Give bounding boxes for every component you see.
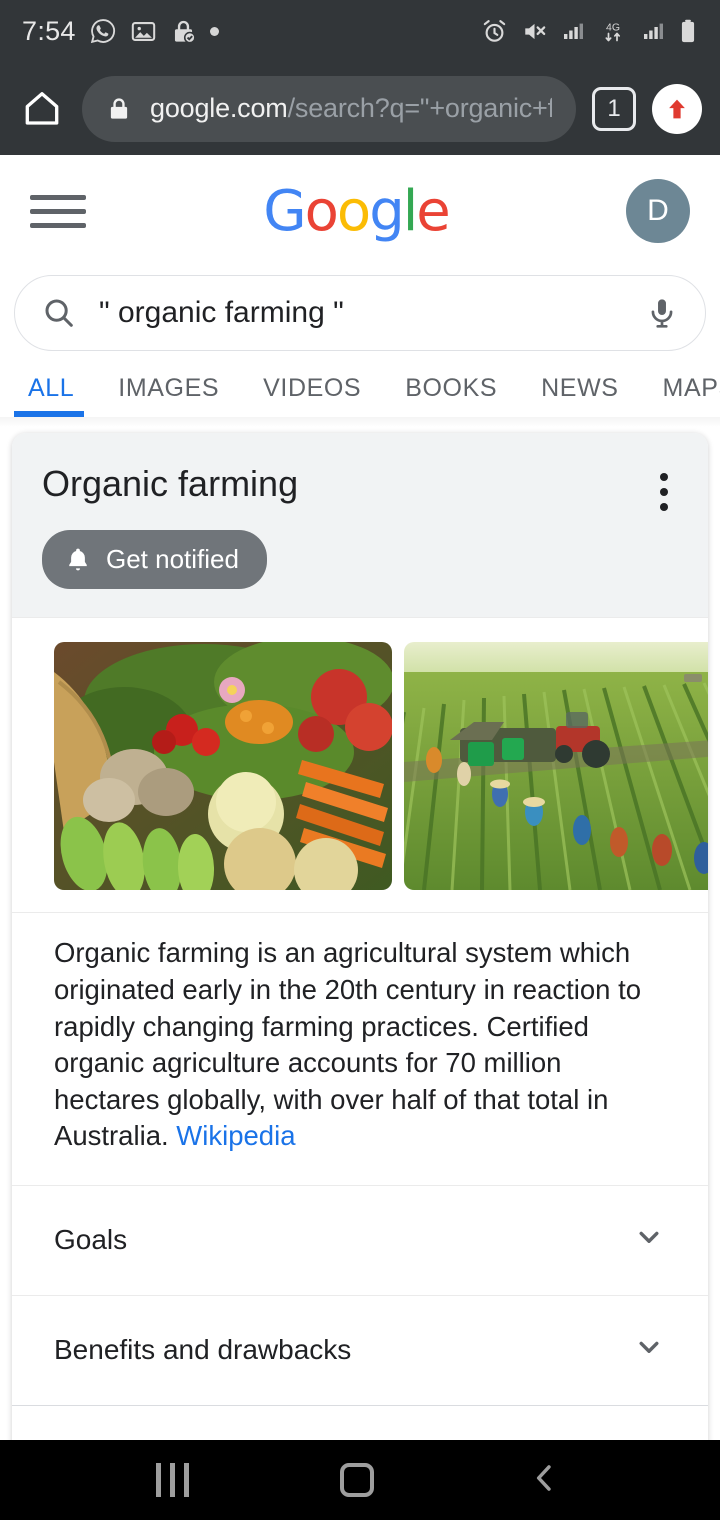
google-header: Google D xyxy=(0,155,720,267)
lock-check-icon xyxy=(174,20,196,43)
tab-maps[interactable]: MAPS xyxy=(641,374,720,417)
image-icon xyxy=(131,21,155,41)
home-icon[interactable] xyxy=(18,85,66,133)
url-path: /search?q="+organic+farm xyxy=(287,93,552,123)
dot-indicator xyxy=(209,26,219,36)
logo-letter-o2: o xyxy=(336,178,371,244)
tab-images-label: IMAGES xyxy=(118,374,220,402)
chevron-down-icon xyxy=(632,1330,666,1371)
status-bar-left: 7:54 xyxy=(22,16,219,47)
battery-icon xyxy=(681,19,695,42)
lock-icon xyxy=(110,97,128,119)
whatsapp-icon xyxy=(90,19,115,44)
logo-letter-l: l xyxy=(402,178,419,244)
tabs-divider xyxy=(0,417,720,427)
wikipedia-link[interactable]: Wikipedia xyxy=(176,1120,295,1151)
logo-letter-g1: G xyxy=(263,178,306,244)
4g-data-icon: 4G xyxy=(605,21,621,41)
avatar-initial: D xyxy=(647,194,669,227)
chevron-down-icon xyxy=(632,1220,666,1261)
tab-videos-label: VIDEOS xyxy=(263,374,362,402)
svg-text:4G: 4G xyxy=(606,21,620,33)
tab-count-label: 1 xyxy=(607,94,621,122)
kp-image-farm-field[interactable] xyxy=(404,642,708,891)
status-bar: 7:54 4G xyxy=(0,0,720,62)
tab-images[interactable]: IMAGES xyxy=(96,374,241,417)
tab-maps-label: MAPS xyxy=(662,374,720,402)
search-box[interactable]: " organic farming " xyxy=(14,275,706,351)
section-benefits-label: Benefits and drawbacks xyxy=(54,1334,352,1366)
search-input[interactable]: " organic farming " xyxy=(99,296,623,330)
hamburger-menu-icon[interactable] xyxy=(30,194,86,228)
url-text: google.com/search?q="+organic+farm xyxy=(150,93,552,124)
recents-icon[interactable] xyxy=(155,1463,189,1497)
bell-icon xyxy=(69,548,87,571)
status-time: 7:54 xyxy=(22,15,76,46)
tab-books[interactable]: BOOKS xyxy=(383,374,519,417)
tab-all[interactable]: ALL xyxy=(14,374,96,417)
search-area: " organic farming " xyxy=(0,267,720,351)
description-text: Organic farming is an agricultural syste… xyxy=(54,937,642,1152)
mute-icon xyxy=(525,23,546,39)
more-vert-icon[interactable] xyxy=(660,473,668,511)
section-goals-label: Goals xyxy=(54,1224,128,1256)
status-bar-right: 4G xyxy=(481,18,698,45)
get-notified-label: Get notified xyxy=(106,544,239,575)
logo-letter-o1: o xyxy=(304,178,339,244)
home-circle-icon[interactable] xyxy=(340,1463,375,1497)
tab-videos[interactable]: VIDEOS xyxy=(241,374,383,417)
knowledge-panel-header: Organic farming Get notified xyxy=(12,433,708,618)
knowledge-panel-description: Organic farming is an agricultural syste… xyxy=(12,912,708,1184)
get-notified-button[interactable]: Get notified xyxy=(42,530,267,590)
search-tabs: ALL IMAGES VIDEOS BOOKS NEWS MAPS xyxy=(0,351,720,417)
signal-icon-2 xyxy=(644,23,663,39)
tab-books-label: BOOKS xyxy=(405,374,498,402)
tab-news[interactable]: NEWS xyxy=(519,374,640,417)
logo-letter-e: e xyxy=(416,178,450,244)
microphone-icon[interactable] xyxy=(645,296,679,330)
tab-news-label: NEWS xyxy=(541,374,619,402)
knowledge-panel: Organic farming Get notified Organic far… xyxy=(12,433,708,1520)
system-nav-bar xyxy=(0,1440,720,1520)
url-domain: google.com xyxy=(150,93,288,123)
avatar[interactable]: D xyxy=(626,179,690,243)
google-logo[interactable]: Google xyxy=(86,183,626,240)
back-chevron-icon[interactable] xyxy=(526,1459,564,1502)
browser-toolbar: google.com/search?q="+organic+farm 1 xyxy=(0,62,720,155)
url-bar[interactable]: google.com/search?q="+organic+farm xyxy=(82,75,576,142)
alarm-icon xyxy=(483,19,506,42)
logo-letter-g2: g xyxy=(369,178,405,244)
knowledge-panel-images xyxy=(12,617,708,913)
page-title: Organic farming xyxy=(42,463,299,504)
signal-icon xyxy=(564,23,583,39)
phone-screen: 7:54 4G google.com/search?q="+organic+f … xyxy=(0,0,720,1520)
tab-counter[interactable]: 1 xyxy=(592,86,636,131)
search-icon xyxy=(45,299,73,327)
section-benefits-and-drawbacks[interactable]: Benefits and drawbacks xyxy=(12,1294,708,1405)
kp-image-vegetables[interactable] xyxy=(54,642,392,891)
tab-all-label: ALL xyxy=(28,374,75,402)
section-goals[interactable]: Goals xyxy=(12,1184,708,1295)
up-arrow-icon[interactable] xyxy=(652,83,702,134)
